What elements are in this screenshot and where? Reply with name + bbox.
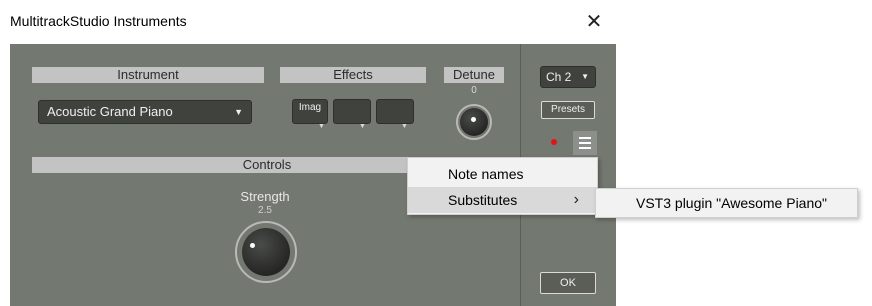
instrument-dropdown[interactable]: Acoustic Grand Piano ▼	[38, 100, 252, 124]
strength-label: Strength	[240, 189, 290, 204]
detune-value: 0	[471, 85, 477, 96]
effect-slot-2[interactable]	[333, 99, 371, 124]
strength-value: 2.5	[258, 205, 272, 216]
title-bar[interactable]: MultitrackStudio Instruments ✕	[0, 0, 616, 44]
detune-header: Detune	[444, 67, 504, 83]
effects-header: Effects	[280, 67, 426, 83]
menu-item-note-names[interactable]: Note names	[408, 161, 597, 187]
effect-slot-1[interactable]: Imag	[292, 99, 328, 124]
effect-slot-3[interactable]	[376, 99, 414, 124]
detune-knob[interactable]	[460, 108, 488, 136]
menu-icon[interactable]	[573, 131, 597, 155]
submenu-item-vst3-plugin[interactable]: VST3 plugin "Awesome Piano"	[596, 190, 857, 216]
caret-down-icon[interactable]: ▼	[401, 123, 408, 130]
caret-down-icon[interactable]: ▼	[318, 123, 325, 130]
caret-down-icon: ▼	[234, 107, 243, 117]
window-title: MultitrackStudio Instruments	[10, 13, 187, 29]
ok-button[interactable]: OK	[540, 272, 596, 294]
instrument-dropdown-value: Acoustic Grand Piano	[47, 104, 173, 119]
presets-button[interactable]: Presets	[541, 101, 595, 119]
knob-indicator-icon	[250, 243, 255, 248]
channel-dropdown[interactable]: Ch 2 ▼	[540, 66, 596, 88]
menu-item-label: Substitutes	[448, 192, 518, 208]
caret-down-icon[interactable]: ▼	[359, 123, 366, 130]
context-menu: Note names Substitutes ›	[407, 157, 598, 215]
menu-item-label: Note names	[448, 166, 524, 182]
strength-knob[interactable]	[242, 228, 290, 276]
menu-item-substitutes[interactable]: Substitutes ›	[408, 187, 597, 213]
knob-indicator-icon	[471, 117, 476, 122]
caret-down-icon: ▼	[581, 72, 589, 81]
substitutes-submenu: VST3 plugin "Awesome Piano"	[595, 188, 858, 218]
instruments-window: MultitrackStudio Instruments ✕ Instrumen…	[0, 0, 616, 306]
submenu-item-label: VST3 plugin "Awesome Piano"	[636, 195, 828, 211]
close-icon[interactable]: ✕	[578, 8, 610, 36]
instrument-header: Instrument	[32, 67, 264, 83]
record-indicator-icon	[551, 139, 557, 145]
chevron-right-icon: ›	[573, 191, 579, 208]
channel-dropdown-value: Ch 2	[546, 70, 572, 84]
